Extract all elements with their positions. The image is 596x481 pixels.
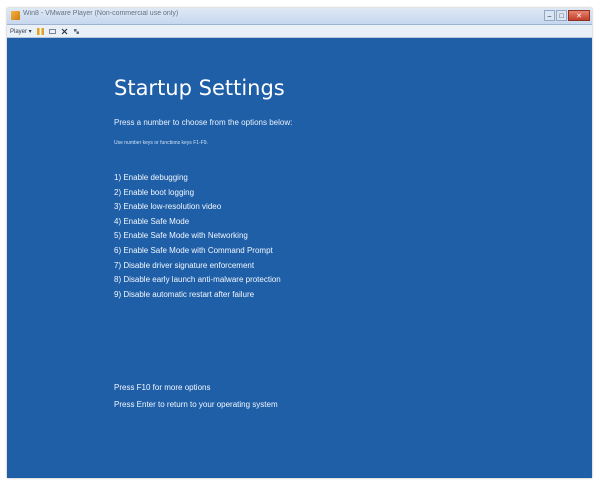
option-disable-auto-restart[interactable]: 9) Disable automatic restart after failu… <box>114 288 281 303</box>
option-enable-boot-logging[interactable]: 2) Enable boot logging <box>114 186 281 201</box>
key-hint-text: Use number keys or functions keys F1-F9. <box>114 140 208 146</box>
vm-window: Win8 - VMware Player (Non-commercial use… <box>7 8 592 478</box>
option-disable-driver-signature[interactable]: 7) Disable driver signature enforcement <box>114 259 281 274</box>
pause-icon[interactable] <box>36 27 44 35</box>
window-title: Win8 - VMware Player (Non-commercial use… <box>23 10 179 17</box>
title-bar[interactable]: Win8 - VMware Player (Non-commercial use… <box>7 8 592 25</box>
option-enable-safe-mode[interactable]: 4) Enable Safe Mode <box>114 215 281 230</box>
vmware-icon <box>11 11 20 20</box>
close-button[interactable]: ✕ <box>568 10 590 21</box>
player-toolbar: Player ▾ <box>7 25 592 38</box>
option-enable-debugging[interactable]: 1) Enable debugging <box>114 171 281 186</box>
more-options-text: Press F10 for more options <box>114 383 211 392</box>
guest-screen[interactable]: Startup Settings Press a number to choos… <box>7 38 592 478</box>
fullscreen-icon[interactable] <box>61 28 68 35</box>
minimize-button[interactable]: – <box>544 10 555 21</box>
unity-icon[interactable] <box>73 28 80 35</box>
option-enable-low-res-video[interactable]: 3) Enable low-resolution video <box>114 200 281 215</box>
startup-options-list: 1) Enable debugging 2) Enable boot loggi… <box>114 171 281 302</box>
player-menu-button[interactable]: Player ▾ <box>10 28 32 35</box>
send-ctrl-alt-del-icon[interactable] <box>48 28 56 35</box>
page-title: Startup Settings <box>114 76 285 100</box>
option-safe-mode-networking[interactable]: 5) Enable Safe Mode with Networking <box>114 229 281 244</box>
instructions-text: Press a number to choose from the option… <box>114 118 293 127</box>
window-controls: – □ ✕ <box>544 10 590 22</box>
option-disable-elam[interactable]: 8) Disable early launch anti-malware pro… <box>114 273 281 288</box>
option-safe-mode-command-prompt[interactable]: 6) Enable Safe Mode with Command Prompt <box>114 244 281 259</box>
maximize-button[interactable]: □ <box>556 10 567 21</box>
return-os-text: Press Enter to return to your operating … <box>114 400 278 409</box>
